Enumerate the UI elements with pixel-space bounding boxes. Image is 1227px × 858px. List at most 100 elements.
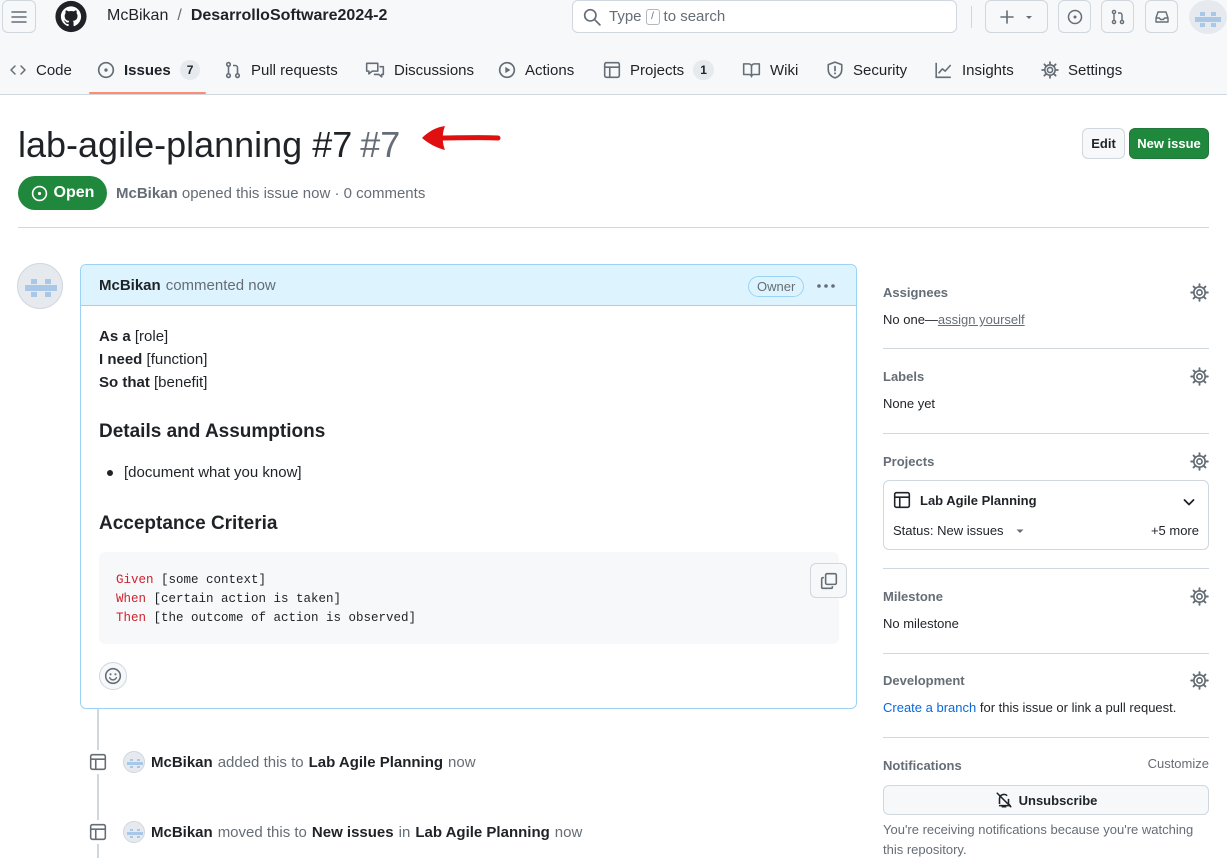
tab-security-label: Security <box>853 61 908 79</box>
sidebar-notifications: Notifications Customize Unsubscribe You'… <box>883 756 1209 857</box>
code-line: Given [some context] <box>116 571 839 590</box>
global-header: McBikan / DesarrolloSoftware2024-2 Type / … <box>0 0 1227 36</box>
sidebar-divider <box>883 433 1209 434</box>
comment-body: As a [role] I need [function] So that [b… <box>99 325 847 644</box>
story-line: So that [benefit] <box>99 371 839 394</box>
hamburger-icon <box>11 10 27 23</box>
code-text: [some context] <box>153 573 267 587</box>
avatar[interactable] <box>123 751 145 773</box>
sidebar-milestone: Milestone No milestone <box>883 587 1209 631</box>
event-actor[interactable]: McBikan <box>151 754 213 771</box>
menu-button[interactable] <box>2 0 36 33</box>
issue-author-link[interactable]: McBikan <box>116 185 178 202</box>
bell-slash-icon <box>996 792 1012 808</box>
edit-button[interactable]: Edit <box>1082 128 1125 159</box>
event-time[interactable]: now <box>448 754 476 771</box>
projects-heading[interactable]: Projects <box>883 452 1209 472</box>
tab-discussions[interactable]: Discussions <box>365 56 474 84</box>
event-project-link[interactable]: Lab Agile Planning <box>309 754 443 771</box>
unsubscribe-button[interactable]: Unsubscribe <box>883 785 1209 815</box>
code-text: [certain action is taken] <box>146 592 342 606</box>
gear-icon[interactable] <box>1190 283 1209 302</box>
search-placeholder-type: Type <box>609 8 642 25</box>
notifications-note: You're receiving notifications because y… <box>883 822 1194 857</box>
assign-yourself-link[interactable]: assign yourself <box>938 312 1025 327</box>
tab-projects-label: Projects <box>630 61 685 79</box>
gear-icon[interactable] <box>1190 587 1209 606</box>
tab-wiki-label: Wiki <box>770 61 799 79</box>
copy-icon <box>820 572 837 589</box>
user-avatar[interactable] <box>1189 0 1227 34</box>
section-heading: Details and Assumptions <box>99 421 326 442</box>
comment-author[interactable]: McBikan <box>99 277 161 294</box>
create-branch-link[interactable]: Create a branch <box>883 700 976 715</box>
gear-icon[interactable] <box>1190 452 1209 471</box>
add-reaction-button[interactable] <box>99 662 127 690</box>
shield-icon <box>827 61 843 79</box>
table-icon <box>86 750 110 774</box>
new-issue-button[interactable]: New issue <box>1129 128 1209 159</box>
story-line-bold: I need <box>99 351 143 368</box>
breadcrumb-owner[interactable]: McBikan <box>107 7 168 24</box>
code-line: Then [the outcome of action is observed] <box>116 609 839 628</box>
copy-button[interactable] <box>810 563 847 598</box>
issues-button[interactable] <box>1058 0 1091 33</box>
project-status-dropdown[interactable]: Status: New issues <box>893 523 1026 538</box>
project-more-fields[interactable]: +5 more <box>1151 523 1199 538</box>
code-line: When [certain action is taken] <box>116 590 839 609</box>
inbox-icon <box>1154 10 1169 23</box>
identicon-icon <box>127 759 143 768</box>
labels-value: None yet <box>883 396 936 411</box>
tab-security[interactable]: Security <box>826 56 907 84</box>
project-link[interactable]: Lab Agile Planning <box>893 491 1037 509</box>
gear-icon[interactable] <box>1190 367 1209 386</box>
tab-wiki[interactable]: Wiki <box>742 56 798 84</box>
search-input[interactable]: Type / to search <box>572 0 957 33</box>
plus-icon <box>999 9 1014 24</box>
comment-time[interactable]: commented now <box>166 277 276 294</box>
tab-pull-requests[interactable]: Pull requests <box>224 56 338 84</box>
chevron-down-icon[interactable] <box>1181 494 1197 510</box>
labels-heading[interactable]: Labels <box>883 367 1209 387</box>
tab-discussions-label: Discussions <box>394 61 475 79</box>
assignees-heading[interactable]: Assignees <box>883 283 1209 303</box>
tab-settings[interactable]: Settings <box>1041 56 1122 84</box>
event-time[interactable]: now <box>555 824 583 841</box>
projects-count-badge: 1 <box>693 60 714 80</box>
repository-nav: Code Issues 7 Pull requests Discussions … <box>0 36 1227 95</box>
gear-icon[interactable] <box>1190 671 1209 690</box>
issue-opened-icon <box>31 185 47 201</box>
status-badge: Open <box>18 176 107 210</box>
inbox-button[interactable] <box>1145 0 1178 33</box>
code-text: [the outcome of action is observed] <box>146 611 417 625</box>
search-icon <box>583 8 601 26</box>
tab-pull-requests-label: Pull requests <box>251 61 338 79</box>
comment-author-avatar[interactable] <box>17 263 63 309</box>
avatar[interactable] <box>123 821 145 843</box>
kebab-horizontal-icon[interactable] <box>815 277 837 295</box>
code-keyword: When <box>116 592 147 606</box>
tab-issues[interactable]: Issues 7 <box>97 56 201 84</box>
story-line-bold: As a <box>99 328 131 345</box>
tab-code[interactable]: Code <box>9 56 72 84</box>
story-line-rest: [benefit] <box>149 374 208 391</box>
identicon-icon <box>25 279 57 297</box>
event-project-link[interactable]: Lab Agile Planning <box>415 824 549 841</box>
github-logo-icon[interactable] <box>53 0 89 33</box>
sidebar-divider <box>883 653 1209 654</box>
breadcrumb-repo[interactable]: DesarrolloSoftware2024-2 <box>191 7 388 24</box>
slash-key-hint: / <box>645 8 660 25</box>
tab-actions[interactable]: Actions <box>498 56 574 84</box>
code-icon <box>10 65 26 75</box>
comment-discussion-icon <box>365 62 385 78</box>
tab-insights[interactable]: Insights <box>934 56 1014 84</box>
event-actor[interactable]: McBikan <box>151 824 213 841</box>
customize-link[interactable]: Customize <box>1148 756 1209 771</box>
create-new-button[interactable] <box>985 0 1048 33</box>
development-heading[interactable]: Development <box>883 671 1209 691</box>
selected-tab-indicator <box>89 92 206 94</box>
pull-requests-button[interactable] <box>1101 0 1134 33</box>
tab-projects[interactable]: Projects 1 <box>603 56 714 84</box>
event-column: New issues <box>311 823 394 841</box>
milestone-heading[interactable]: Milestone <box>883 587 1209 607</box>
